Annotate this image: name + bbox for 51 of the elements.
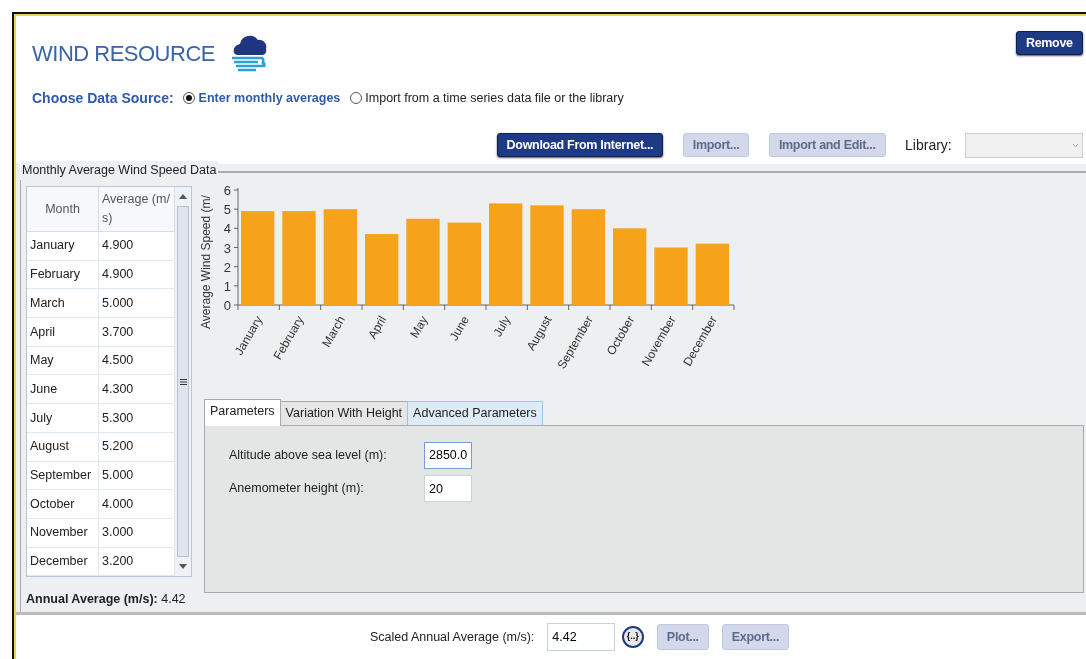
table-cell: December [27,547,99,577]
radio-button[interactable] [350,92,363,104]
y-axis-label: Average Wind Speed (m/ [199,195,213,329]
y-tick-label: 4 [223,221,231,237]
table-cell: June [27,375,99,405]
bar [654,247,688,305]
toolbar-button[interactable]: Download From Internet... [496,132,664,158]
scroll-up-icon[interactable] [179,194,187,199]
grip-icon [179,378,187,385]
input-field[interactable]: 4.42 [547,623,616,651]
tab[interactable]: Variation With Height [279,401,409,425]
y-tick-label: 1 [223,278,231,294]
bar [695,243,729,305]
y-tick-label: 6 [223,183,231,198]
y-tick-label: 5 [223,202,231,218]
table-cell: September [27,461,99,491]
table-cell: May [27,346,99,376]
table-cell: July [27,404,99,433]
field-label: Altitude above sea level (m): [229,446,388,464]
y-tick-label: 0 [223,298,231,313]
column-header[interactable]: Average (m/ s) [99,187,175,232]
input-field[interactable]: 2850.0 [424,441,472,469]
table-cell: April [27,318,99,347]
scroll-down-icon[interactable] [179,564,187,570]
y-tick-label: 2 [223,259,231,275]
table-cell: February [27,260,99,290]
group-title: Monthly Average Wind Speed Data [20,161,219,180]
table-cell: January [27,232,99,261]
field-label: Anemometer height (m): [229,480,365,498]
scaled-average-label: Scaled Annual Average (m/s): [369,628,535,646]
library-label: Library: [905,135,952,155]
radio-label[interactable]: Import from a time series data file or the library [365,88,624,108]
bar [365,234,399,305]
scrollbar-thumb[interactable] [177,206,189,558]
tab[interactable]: Advanced Parameters [407,401,543,425]
annual-average-text: Annual Average (m/s): 4.42 [26,591,187,609]
table-cell: November [27,518,99,548]
button[interactable]: {..} [621,626,644,648]
radio-button[interactable] [183,92,196,104]
y-tick-label: 3 [223,240,231,256]
radio-label[interactable]: Enter monthly averages [198,88,341,108]
input-field[interactable]: 20 [424,475,472,503]
tab[interactable]: Parameters [204,399,281,426]
table-cell: August [27,432,99,462]
data-source-label: Choose Data Source: [32,88,174,108]
table-cell: March [27,289,99,319]
window-title: WIND RESOURCE [32,40,215,68]
table-cell: October [27,490,99,519]
column-header[interactable]: Month [27,187,99,232]
chevron-down-icon [1071,142,1079,148]
remove-button[interactable]: Remove [1015,30,1083,56]
